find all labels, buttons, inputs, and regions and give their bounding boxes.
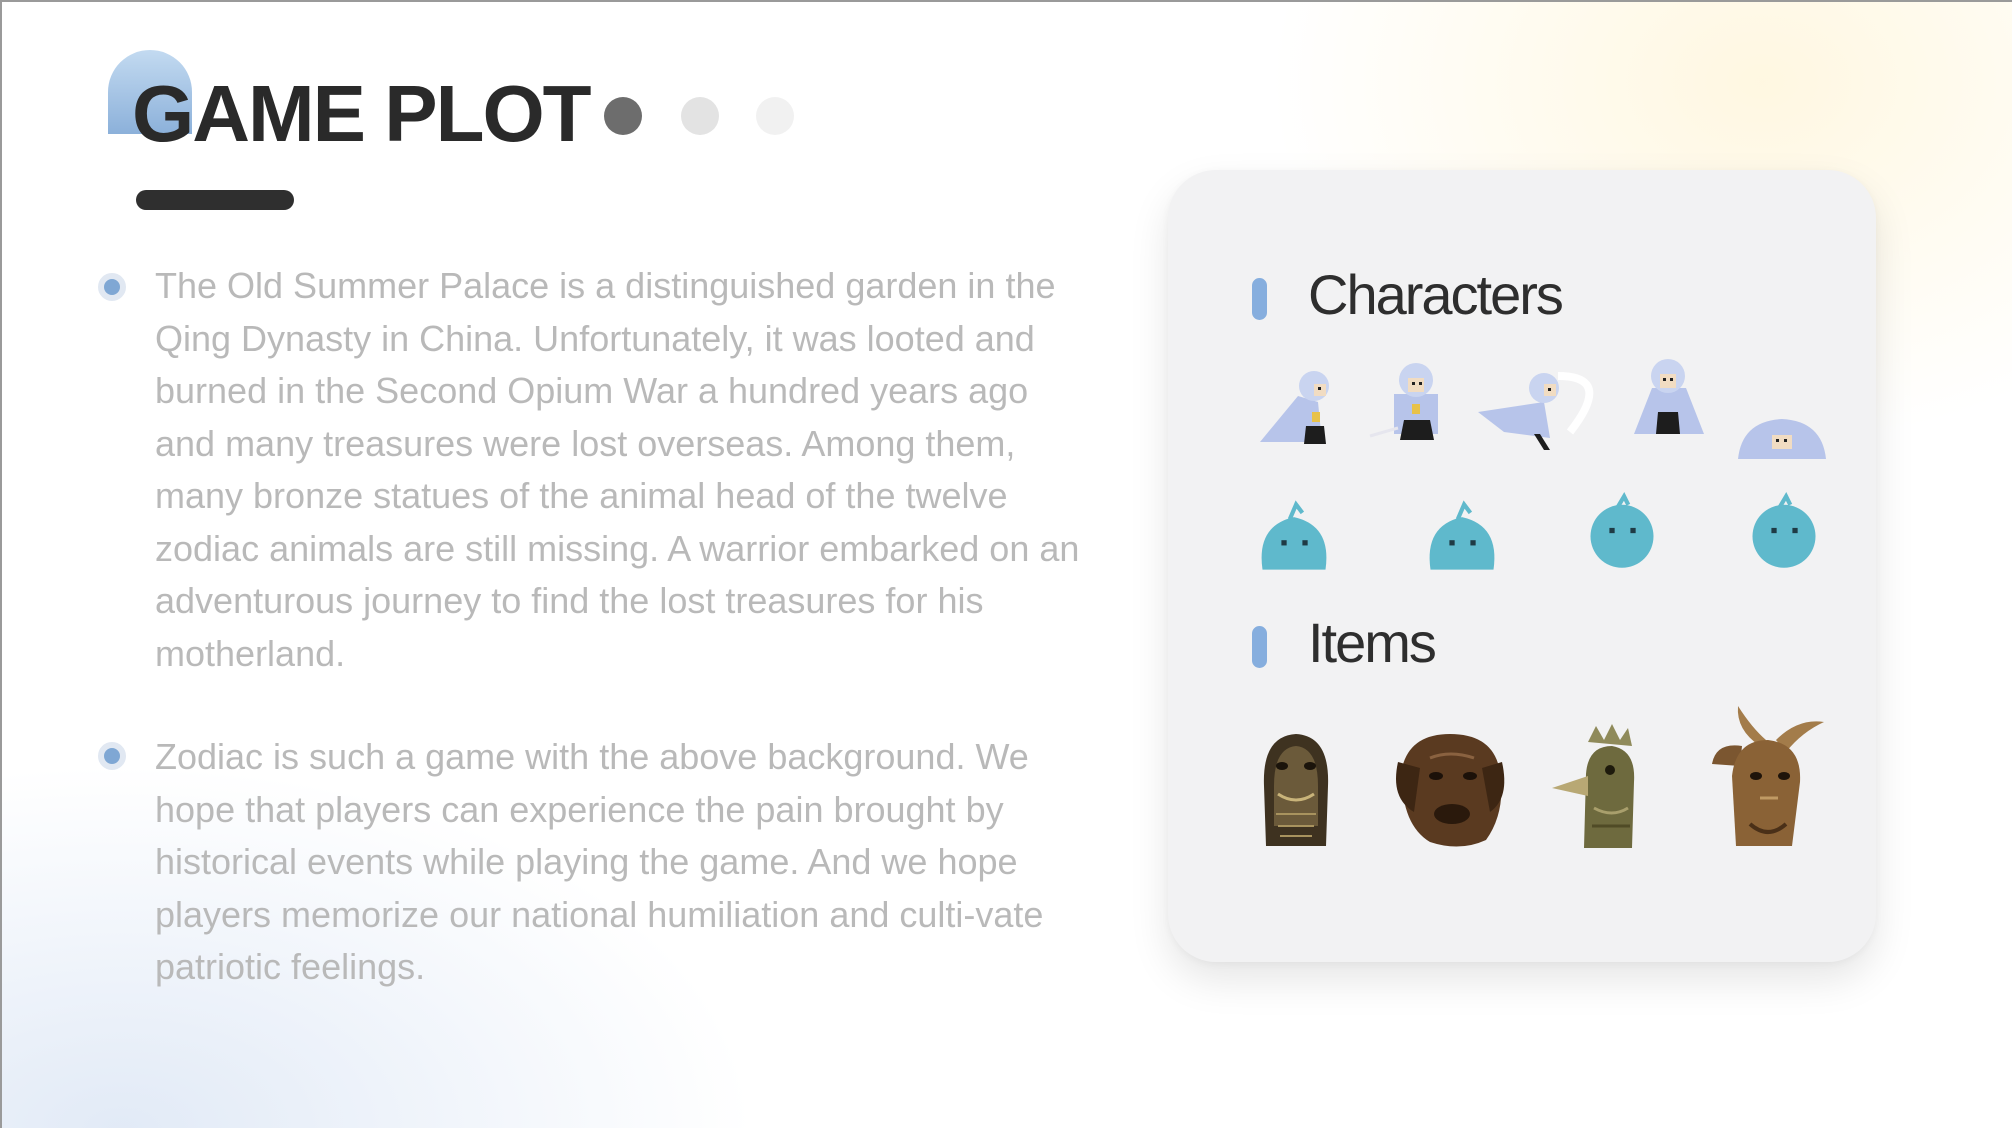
slime-enemy-icon	[1252, 494, 1336, 578]
warrior-stand-sprite-icon	[1364, 350, 1464, 450]
title-underline	[136, 190, 294, 210]
slime-enemy-icon	[1420, 494, 1504, 578]
items-heading-marker	[1252, 626, 1267, 668]
page-indicator-dot[interactable]	[756, 97, 794, 135]
warrior-walk-sprite-icon	[1252, 354, 1352, 454]
snake-bronze-head-icon[interactable]	[1248, 726, 1344, 850]
goat-bronze-head-icon[interactable]	[1706, 706, 1826, 856]
warrior-crouch-sprite-icon	[1732, 382, 1832, 482]
assets-panel: Characters Items	[1168, 170, 1876, 962]
slime-enemy-icon	[1580, 488, 1664, 572]
plot-paragraph-2: Zodiac is such a game with the above bac…	[155, 736, 1044, 987]
items-heading: Items	[1308, 611, 1437, 674]
characters-heading: Characters	[1308, 263, 1564, 326]
bullet-dot-icon	[98, 273, 126, 301]
page-title: GAME PLOT	[132, 69, 592, 158]
page-indicator-dot[interactable]	[681, 97, 719, 135]
warrior-idle-sprite-icon	[1618, 348, 1718, 448]
characters-heading-marker	[1252, 278, 1267, 320]
warrior-dash-sprite-icon	[1474, 354, 1608, 454]
slide: GAME PLOT The Old Summer Palace is a dis…	[0, 0, 2012, 1128]
page-indicator-dot-active[interactable]	[604, 97, 642, 135]
plot-paragraph-1: The Old Summer Palace is a distinguished…	[155, 265, 1080, 674]
rooster-bronze-head-icon[interactable]	[1548, 722, 1658, 854]
dog-bronze-head-icon[interactable]	[1390, 728, 1510, 852]
slime-enemy-icon	[1742, 488, 1826, 572]
bullet-dot-icon	[98, 742, 126, 770]
